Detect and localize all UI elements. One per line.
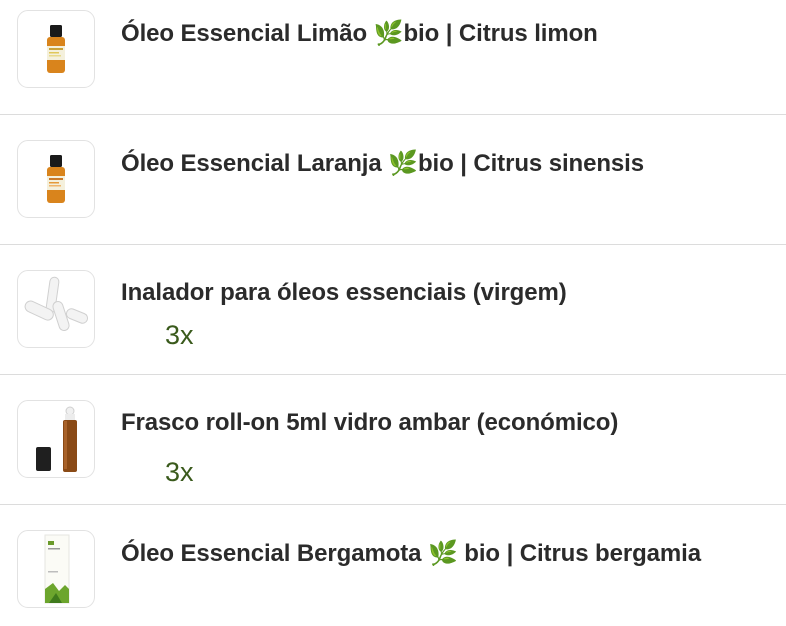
product-quantity: 3x xyxy=(165,320,194,350)
product-title[interactable]: Frasco roll-on 5ml vidro ambar (económic… xyxy=(121,409,618,437)
product-title[interactable]: Óleo Essencial Laranja 🌿bio | Citrus sin… xyxy=(121,149,644,178)
inhaler-icon xyxy=(24,276,89,332)
product-box-icon xyxy=(44,534,70,604)
cart-items-list: Óleo Essencial Limão 🌿bio | Citrus limon… xyxy=(0,0,786,626)
product-quantity: 3x xyxy=(165,457,194,487)
product-image-orange-oil[interactable] xyxy=(17,140,95,218)
rollon-bottle-icon xyxy=(36,406,77,472)
list-item[interactable]: Inalador para óleos essenciais (virgem) … xyxy=(0,245,786,375)
product-title[interactable]: Óleo Essencial Limão 🌿bio | Citrus limon xyxy=(121,19,598,48)
amber-bottle-icon xyxy=(47,25,65,73)
product-title[interactable]: Inalador para óleos essenciais (virgem) xyxy=(121,279,567,307)
product-title[interactable]: Óleo Essencial Bergamota 🌿 bio | Citrus … xyxy=(121,539,701,568)
product-image-lemon-oil[interactable] xyxy=(17,10,95,88)
product-image-bergamot-oil[interactable] xyxy=(17,530,95,608)
list-item[interactable]: Óleo Essencial Limão 🌿bio | Citrus limon xyxy=(0,0,786,115)
list-item[interactable]: Óleo Essencial Bergamota 🌿 bio | Citrus … xyxy=(0,505,786,626)
product-image-inhaler[interactable] xyxy=(17,270,95,348)
list-item[interactable]: Óleo Essencial Laranja 🌿bio | Citrus sin… xyxy=(0,115,786,245)
list-item[interactable]: Frasco roll-on 5ml vidro ambar (económic… xyxy=(0,375,786,505)
product-image-rollon-bottle[interactable] xyxy=(17,400,95,478)
amber-bottle-icon xyxy=(47,155,65,203)
